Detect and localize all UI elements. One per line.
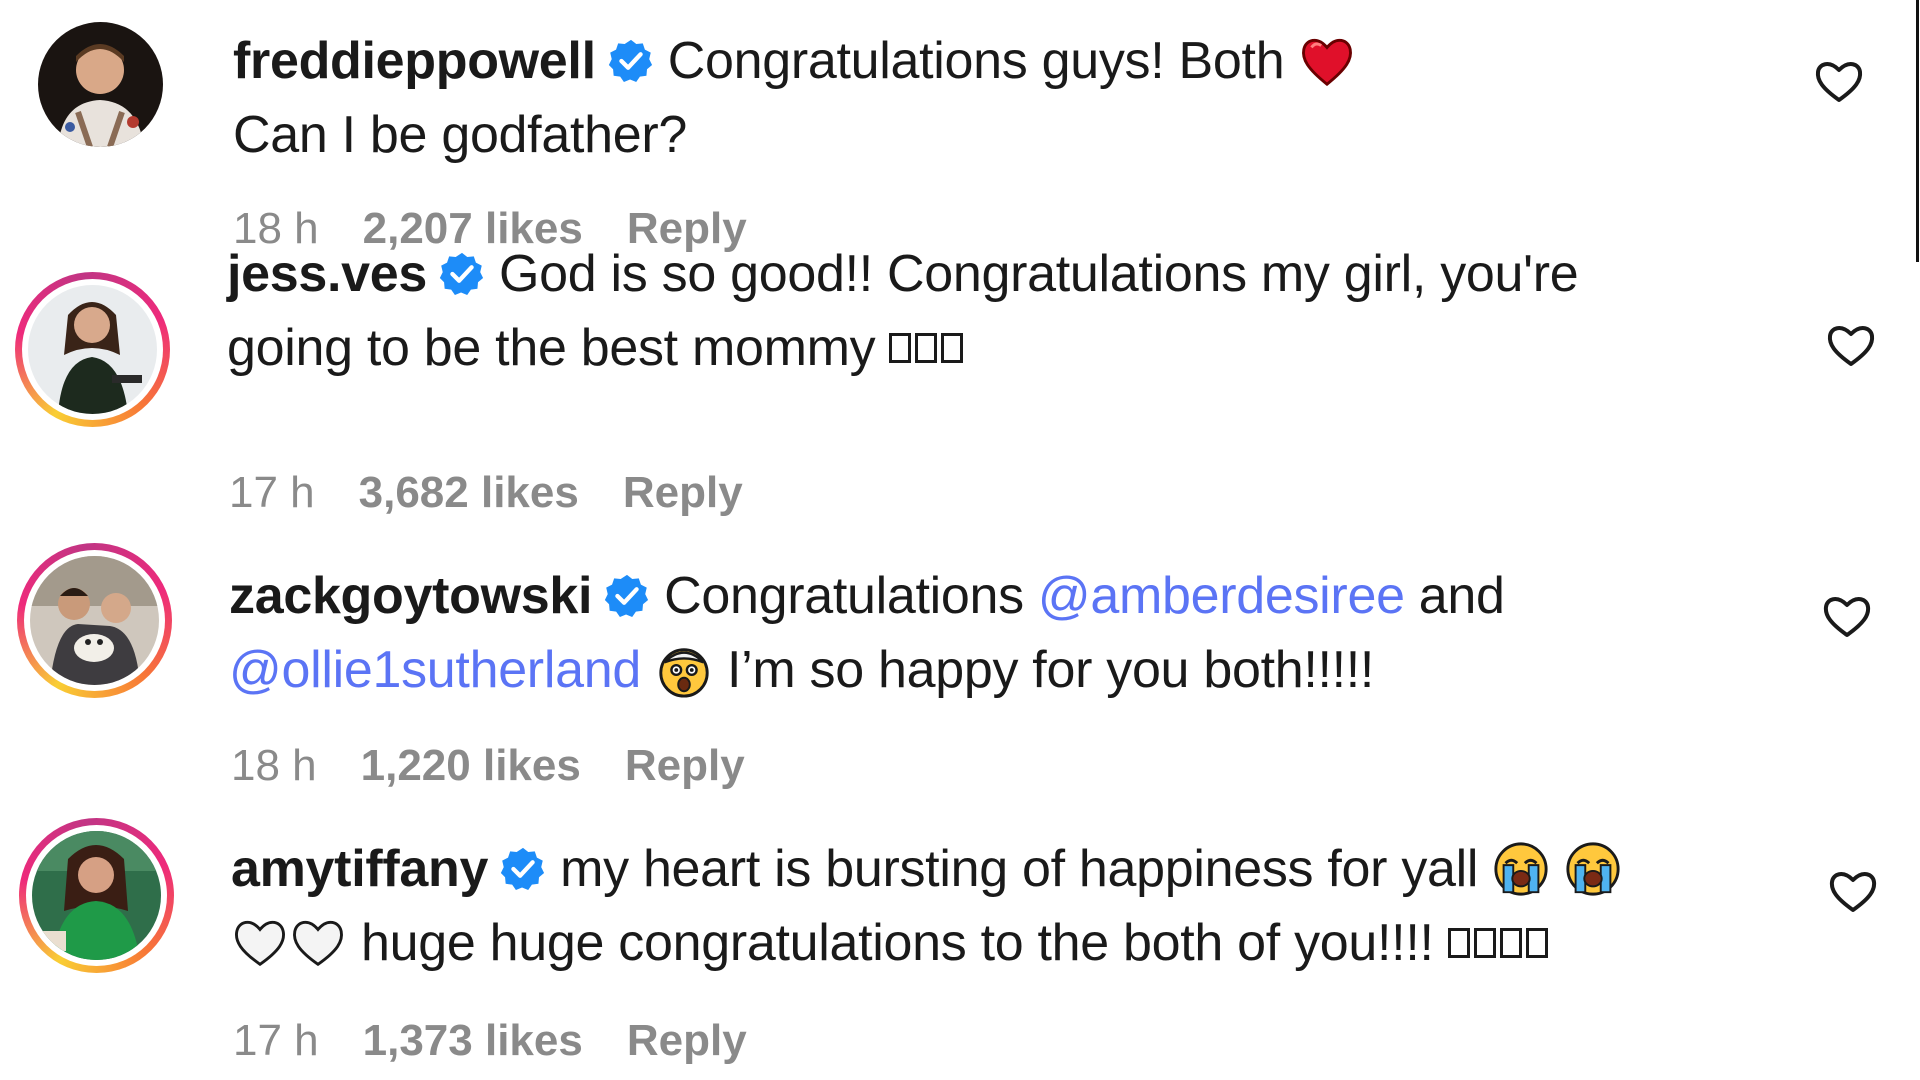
comment-item: freddieppowell Congratulations guys! Bot… <box>0 0 1920 260</box>
comment-meta: 17 h 3,682 likes Reply <box>229 468 743 518</box>
mention-link[interactable]: @amberdesiree <box>1038 559 1405 633</box>
reply-button[interactable]: Reply <box>625 741 745 791</box>
comment-body-connector: and <box>1418 567 1505 625</box>
avatar[interactable] <box>17 543 172 698</box>
avatar[interactable] <box>15 272 170 427</box>
missing-glyph <box>1473 928 1496 958</box>
comment-text: zackgoytowski Congratulations @amberdesi… <box>229 559 1505 707</box>
missing-glyph <box>1447 928 1470 958</box>
heart-outline-icon[interactable] <box>1826 322 1876 368</box>
verified-badge-icon <box>439 252 484 295</box>
comment-meta: 17 h 1,373 likes Reply <box>233 1016 747 1066</box>
comment-username[interactable]: zackgoytowski <box>229 559 592 633</box>
reply-button[interactable]: Reply <box>627 1016 747 1066</box>
comment-text: freddieppowell Congratulations guys! Bot… <box>233 24 1356 172</box>
verified-badge-icon <box>604 574 649 617</box>
missing-glyph <box>1525 928 1548 958</box>
comment-time[interactable]: 17 h <box>233 1016 319 1066</box>
heart-outline-icon[interactable] <box>1822 593 1872 639</box>
comment-item: amytiffany my heart is bursting of happi… <box>0 806 1920 1066</box>
red-heart-emoji <box>1302 38 1353 87</box>
comment-body: Congratulations guys! Both <box>667 32 1285 90</box>
heart-outline-icon[interactable] <box>1828 868 1878 914</box>
loudly-crying-face-emoji <box>1494 842 1548 896</box>
comment-body: Congratulations <box>664 567 1024 625</box>
likes-count[interactable]: 1,373 likes <box>363 1016 583 1066</box>
missing-glyph <box>889 333 912 363</box>
comments-panel: freddieppowell Congratulations guys! Bot… <box>0 0 1920 1080</box>
loudly-crying-face-emoji <box>1566 842 1620 896</box>
likes-count[interactable]: 1,220 likes <box>361 741 581 791</box>
missing-glyph <box>915 333 938 363</box>
comment-meta: 18 h 1,220 likes Reply <box>231 741 745 791</box>
comment-item: jess.ves God is so good!! Congratulation… <box>0 245 1920 522</box>
white-heart-emoji <box>293 920 343 967</box>
reply-button[interactable]: Reply <box>623 468 743 518</box>
comment-text: jess.ves God is so good!! Congratulation… <box>227 237 1579 385</box>
comment-username[interactable]: jess.ves <box>227 237 427 311</box>
comment-body-line2: Can I be godfather? <box>233 106 687 164</box>
comment-body-line2: going to be the best mommy <box>227 319 876 377</box>
comment-text: amytiffany my heart is bursting of happi… <box>231 832 1622 980</box>
heart-outline-icon[interactable] <box>1814 58 1864 104</box>
avatar[interactable] <box>19 818 174 973</box>
comment-item: zackgoytowski Congratulations @amberdesi… <box>0 533 1920 793</box>
comment-time[interactable]: 18 h <box>231 741 317 791</box>
comment-body-line2: I’m so happy for you both!!!!! <box>726 641 1375 699</box>
comment-time[interactable]: 17 h <box>229 468 315 518</box>
missing-glyph <box>941 333 964 363</box>
exploding-head-emoji <box>659 648 709 698</box>
likes-count[interactable]: 3,682 likes <box>359 468 579 518</box>
avatar[interactable] <box>38 22 163 147</box>
comment-username[interactable]: freddieppowell <box>233 24 596 98</box>
mention-link[interactable]: @ollie1sutherland <box>229 633 641 707</box>
missing-glyph <box>1499 928 1522 958</box>
comment-body: God is so good!! Congratulations my girl… <box>499 245 1579 303</box>
comment-body: my heart is bursting of happiness for ya… <box>560 840 1479 898</box>
comment-username[interactable]: amytiffany <box>231 832 488 906</box>
comment-body-line2: huge huge congratulations to the both of… <box>361 914 1434 972</box>
verified-badge-icon <box>500 847 545 890</box>
verified-badge-icon <box>608 39 652 82</box>
white-heart-emoji <box>235 920 285 967</box>
